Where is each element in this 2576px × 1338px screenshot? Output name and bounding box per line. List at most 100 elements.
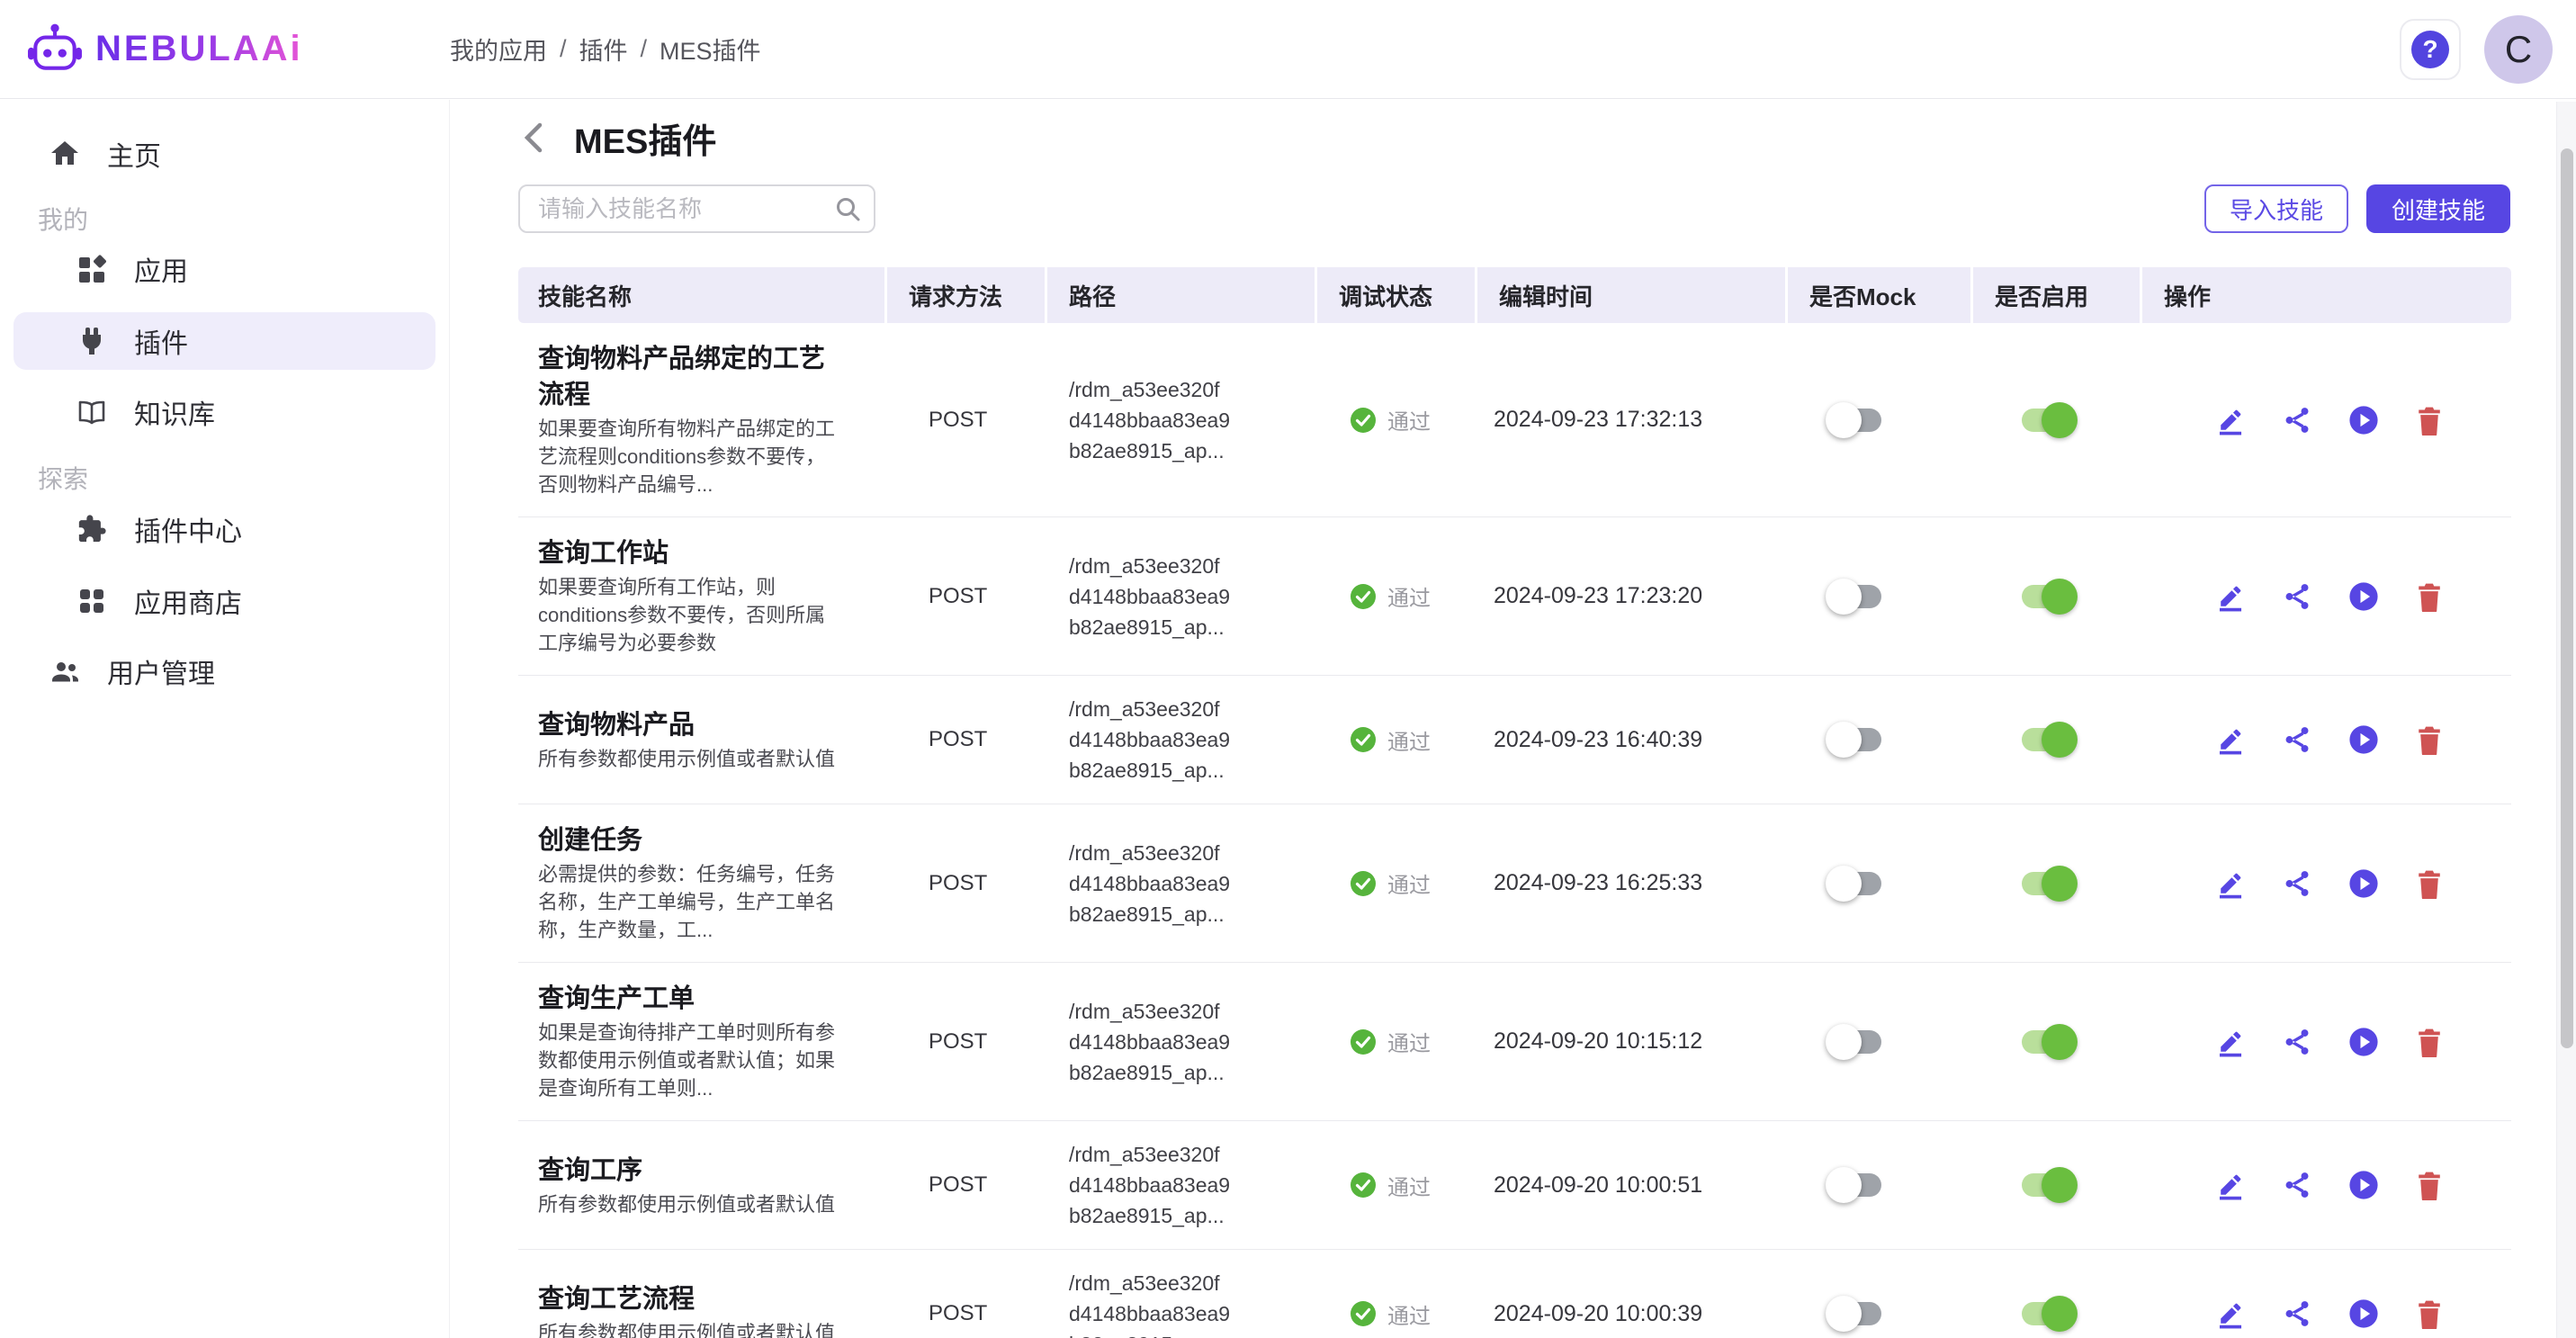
- sidebar-item-label: 用户管理: [107, 651, 215, 691]
- sidebar-item-plugins[interactable]: 插件: [13, 312, 435, 370]
- search-icon[interactable]: [834, 195, 861, 222]
- enabled-cell: [1973, 1294, 2142, 1334]
- share-icon[interactable]: [2282, 581, 2312, 612]
- table-row: 查询物料产品绑定的工艺流程 如果要查询所有物料产品绑定的工艺流程则conditi…: [518, 323, 2511, 517]
- actions-cell: [2142, 724, 2511, 755]
- toggle-thumb: [1826, 1167, 1862, 1203]
- search-input[interactable]: [518, 184, 875, 233]
- delete-icon[interactable]: [2415, 581, 2444, 612]
- sidebar-item-home[interactable]: 主页: [13, 125, 435, 183]
- edit-icon[interactable]: [2215, 405, 2246, 436]
- share-icon[interactable]: [2282, 1298, 2312, 1329]
- sidebar-item-plugin-center[interactable]: 插件中心: [13, 500, 435, 558]
- scrollbar-thumb[interactable]: [2561, 148, 2573, 1048]
- breadcrumb-my-apps[interactable]: 我的应用: [450, 31, 547, 67]
- actions-cell: [2142, 1170, 2511, 1200]
- edit-icon[interactable]: [2215, 724, 2246, 755]
- toggle-thumb: [1826, 1296, 1862, 1332]
- check-circle-icon: [1350, 870, 1377, 897]
- debug-status: 通过: [1317, 404, 1477, 436]
- mock-toggle[interactable]: [1826, 720, 1889, 759]
- create-skill-button[interactable]: 创建技能: [2366, 184, 2510, 233]
- edit-time: 2024-09-20 10:00:39: [1477, 1301, 1788, 1327]
- help-icon: ?: [2411, 31, 2449, 68]
- import-skill-button[interactable]: 导入技能: [2204, 184, 2348, 233]
- enabled-toggle[interactable]: [2015, 400, 2078, 440]
- mock-toggle[interactable]: [1826, 1294, 1889, 1334]
- enabled-toggle[interactable]: [2015, 864, 2078, 903]
- debug-status: 通过: [1317, 867, 1477, 899]
- sidebar-item-label: 插件中心: [134, 509, 242, 549]
- sidebar-item-knowledge[interactable]: 知识库: [13, 383, 435, 441]
- back-button[interactable]: [518, 121, 551, 154]
- toolbar: 导入技能 创建技能: [518, 184, 2510, 233]
- mock-toggle[interactable]: [1826, 864, 1889, 903]
- enabled-toggle[interactable]: [2015, 577, 2078, 616]
- skills-table: 技能名称 请求方法 路径 调试状态 编辑时间 是否Mock 是否启用 操作 查询…: [518, 267, 2511, 1338]
- breadcrumb-separator: /: [560, 35, 567, 63]
- enabled-toggle[interactable]: [2015, 1022, 2078, 1062]
- check-circle-icon: [1350, 583, 1377, 610]
- enabled-toggle[interactable]: [2015, 1165, 2078, 1205]
- enabled-cell: [1973, 577, 2142, 616]
- avatar[interactable]: C: [2484, 15, 2553, 84]
- mock-toggle[interactable]: [1826, 1165, 1889, 1205]
- brand-logo[interactable]: NEBULAAi: [0, 22, 423, 77]
- delete-icon[interactable]: [2415, 868, 2444, 899]
- enabled-toggle[interactable]: [2015, 1294, 2078, 1334]
- delete-icon[interactable]: [2415, 1170, 2444, 1200]
- skill-name-cell: 查询生产工单 如果是查询待排产工单时则所有参数都使用示例值或者默认值；如果是查询…: [518, 981, 887, 1102]
- table-body: 查询物料产品绑定的工艺流程 如果要查询所有物料产品绑定的工艺流程则conditi…: [518, 323, 2511, 1338]
- mock-cell: [1788, 577, 1973, 616]
- play-icon[interactable]: [2348, 1170, 2379, 1200]
- skill-name-cell: 查询物料产品绑定的工艺流程 如果要查询所有物料产品绑定的工艺流程则conditi…: [518, 341, 887, 498]
- column-header-method: 请求方法: [887, 267, 1047, 323]
- table-row: 查询工序 所有参数都使用示例值或者默认值 POST /rdm_a53ee320f…: [518, 1121, 2511, 1250]
- edit-icon[interactable]: [2215, 868, 2246, 899]
- check-circle-icon: [1350, 1300, 1377, 1327]
- toolbar-buttons: 导入技能 创建技能: [2204, 184, 2510, 233]
- delete-icon[interactable]: [2415, 1027, 2444, 1057]
- play-icon[interactable]: [2348, 868, 2379, 899]
- play-icon[interactable]: [2348, 1027, 2379, 1057]
- table-row: 创建任务 必需提供的参数：任务编号，任务名称，生产工单编号，生产工单名称，生产数…: [518, 804, 2511, 963]
- sidebar-item-user-management[interactable]: 用户管理: [13, 642, 435, 700]
- share-icon[interactable]: [2282, 1170, 2312, 1200]
- play-icon[interactable]: [2348, 405, 2379, 436]
- share-icon[interactable]: [2282, 1027, 2312, 1057]
- delete-icon[interactable]: [2415, 724, 2444, 755]
- skill-description: 如果要查询所有物料产品绑定的工艺流程则conditions参数不要传，否则物料产…: [538, 415, 838, 498]
- enabled-toggle[interactable]: [2015, 720, 2078, 759]
- play-icon[interactable]: [2348, 1298, 2379, 1329]
- mock-toggle[interactable]: [1826, 577, 1889, 616]
- mock-toggle[interactable]: [1826, 1022, 1889, 1062]
- edit-icon[interactable]: [2215, 581, 2246, 612]
- skill-name: 查询工艺流程: [538, 1281, 695, 1317]
- table-row: 查询生产工单 如果是查询待排产工单时则所有参数都使用示例值或者默认值；如果是查询…: [518, 963, 2511, 1121]
- toggle-thumb: [1826, 866, 1862, 902]
- skill-description: 所有参数都使用示例值或者默认值: [538, 1190, 835, 1218]
- share-icon[interactable]: [2282, 868, 2312, 899]
- share-icon[interactable]: [2282, 405, 2312, 436]
- help-button[interactable]: ?: [2400, 19, 2461, 80]
- sidebar-item-apps[interactable]: 应用: [13, 240, 435, 298]
- breadcrumb-plugins[interactable]: 插件: [579, 31, 628, 67]
- skill-name-cell: 查询工艺流程 所有参数都使用示例值或者默认值: [518, 1281, 887, 1338]
- edit-icon[interactable]: [2215, 1170, 2246, 1200]
- enabled-cell: [1973, 864, 2142, 903]
- play-icon[interactable]: [2348, 724, 2379, 755]
- edit-icon[interactable]: [2215, 1027, 2246, 1057]
- page-title: MES插件: [574, 113, 716, 163]
- column-header-mock: 是否Mock: [1788, 267, 1973, 323]
- share-icon[interactable]: [2282, 724, 2312, 755]
- edit-icon[interactable]: [2215, 1298, 2246, 1329]
- enabled-cell: [1973, 400, 2142, 440]
- sidebar-item-app-store[interactable]: 应用商店: [13, 572, 435, 630]
- delete-icon[interactable]: [2415, 1298, 2444, 1329]
- toggle-thumb: [2042, 579, 2078, 615]
- vertical-scrollbar: [2556, 102, 2576, 1338]
- sidebar-item-label: 应用: [134, 249, 188, 289]
- play-icon[interactable]: [2348, 581, 2379, 612]
- mock-toggle[interactable]: [1826, 400, 1889, 440]
- delete-icon[interactable]: [2415, 405, 2444, 436]
